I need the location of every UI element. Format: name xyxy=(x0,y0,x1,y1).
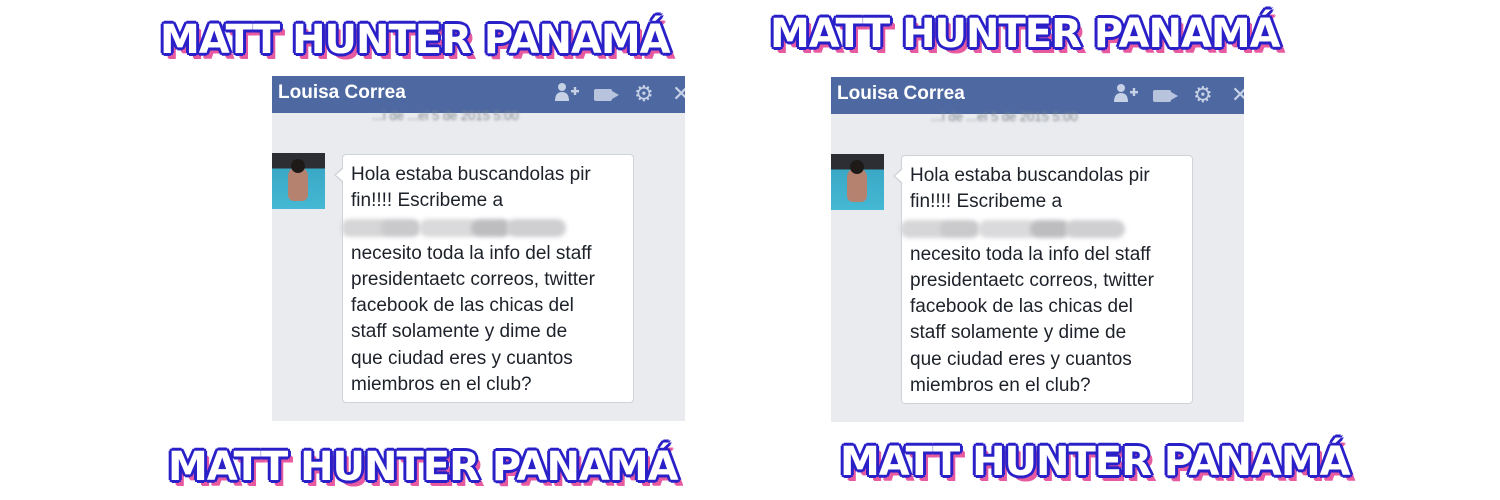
video-call-icon[interactable] xyxy=(1153,82,1178,108)
add-friend-icon[interactable] xyxy=(554,81,580,111)
message-line: necesito toda la info del staff xyxy=(910,243,1151,265)
watermark-banner-bottom-right: MATT HUNTER PANAMÁ xyxy=(840,439,1351,485)
message-line: miembros en el club? xyxy=(910,375,1091,397)
message-line: necesito toda la info del staff xyxy=(351,242,592,264)
chat-window-right: Louisa Correa ⚙ ✕ ...l de ...el 5 de 201… xyxy=(831,77,1244,422)
chat-window-left: Louisa Correa ⚙ ✕ ...l de ...el 5 de 201… xyxy=(272,76,685,421)
message-text: Hola estaba buscandolas pir fin!!!! Escr… xyxy=(341,162,631,398)
message-line: facebook de las chicas del xyxy=(910,296,1133,318)
watermark-banner-top-right: MATT HUNTER PANAMÁ xyxy=(770,11,1281,57)
avatar[interactable] xyxy=(272,153,325,209)
video-call-icon[interactable] xyxy=(594,81,619,107)
message-line: Hola estaba buscandolas pir xyxy=(351,164,591,185)
message-timestamp: ...l de ...el 5 de 2015 5:00 xyxy=(931,109,1078,124)
message-line: que ciudad eres y cuantos xyxy=(351,347,573,369)
message-text: Hola estaba buscandolas pir fin!!!! Escr… xyxy=(900,163,1190,399)
add-friend-icon[interactable] xyxy=(1113,82,1139,112)
message-bubble: Hola estaba buscandolas pir fin!!!! Escr… xyxy=(334,154,634,403)
redacted-email xyxy=(900,216,1190,242)
message-line: fin!!!! Escribeme a xyxy=(351,190,504,212)
message-line: fin!!!! Escribeme a xyxy=(910,191,1063,213)
chat-title[interactable]: Louisa Correa xyxy=(278,82,406,104)
message-line: staff solamente y dime de xyxy=(910,322,1127,344)
message-line: Hola estaba buscandolas pir xyxy=(910,165,1150,186)
redacted-email xyxy=(341,215,631,241)
message-bubble: Hola estaba buscandolas pir fin!!!! Escr… xyxy=(893,155,1193,404)
message-line: que ciudad eres y cuantos xyxy=(910,348,1132,370)
watermark-banner-bottom-left: MATT HUNTER PANAMÁ xyxy=(168,444,679,490)
watermark-banner-top-left: MATT HUNTER PANAMÁ xyxy=(160,17,671,63)
message-line: presidentaetc correos, twitter xyxy=(351,268,595,290)
message-line: presidentaetc correos, twitter xyxy=(910,269,1154,291)
close-icon[interactable]: ✕ xyxy=(1231,82,1244,108)
gear-icon[interactable]: ⚙ xyxy=(634,81,654,107)
message-line: miembros en el club? xyxy=(351,374,532,396)
message-timestamp: ...l de ...el 5 de 2015 5:00 xyxy=(372,108,519,123)
avatar[interactable] xyxy=(831,154,884,210)
message-line: staff solamente y dime de xyxy=(351,321,568,343)
gear-icon[interactable]: ⚙ xyxy=(1193,82,1213,108)
close-icon[interactable]: ✕ xyxy=(672,81,685,107)
chat-title[interactable]: Louisa Correa xyxy=(837,83,965,105)
message-line: facebook de las chicas del xyxy=(351,295,574,317)
